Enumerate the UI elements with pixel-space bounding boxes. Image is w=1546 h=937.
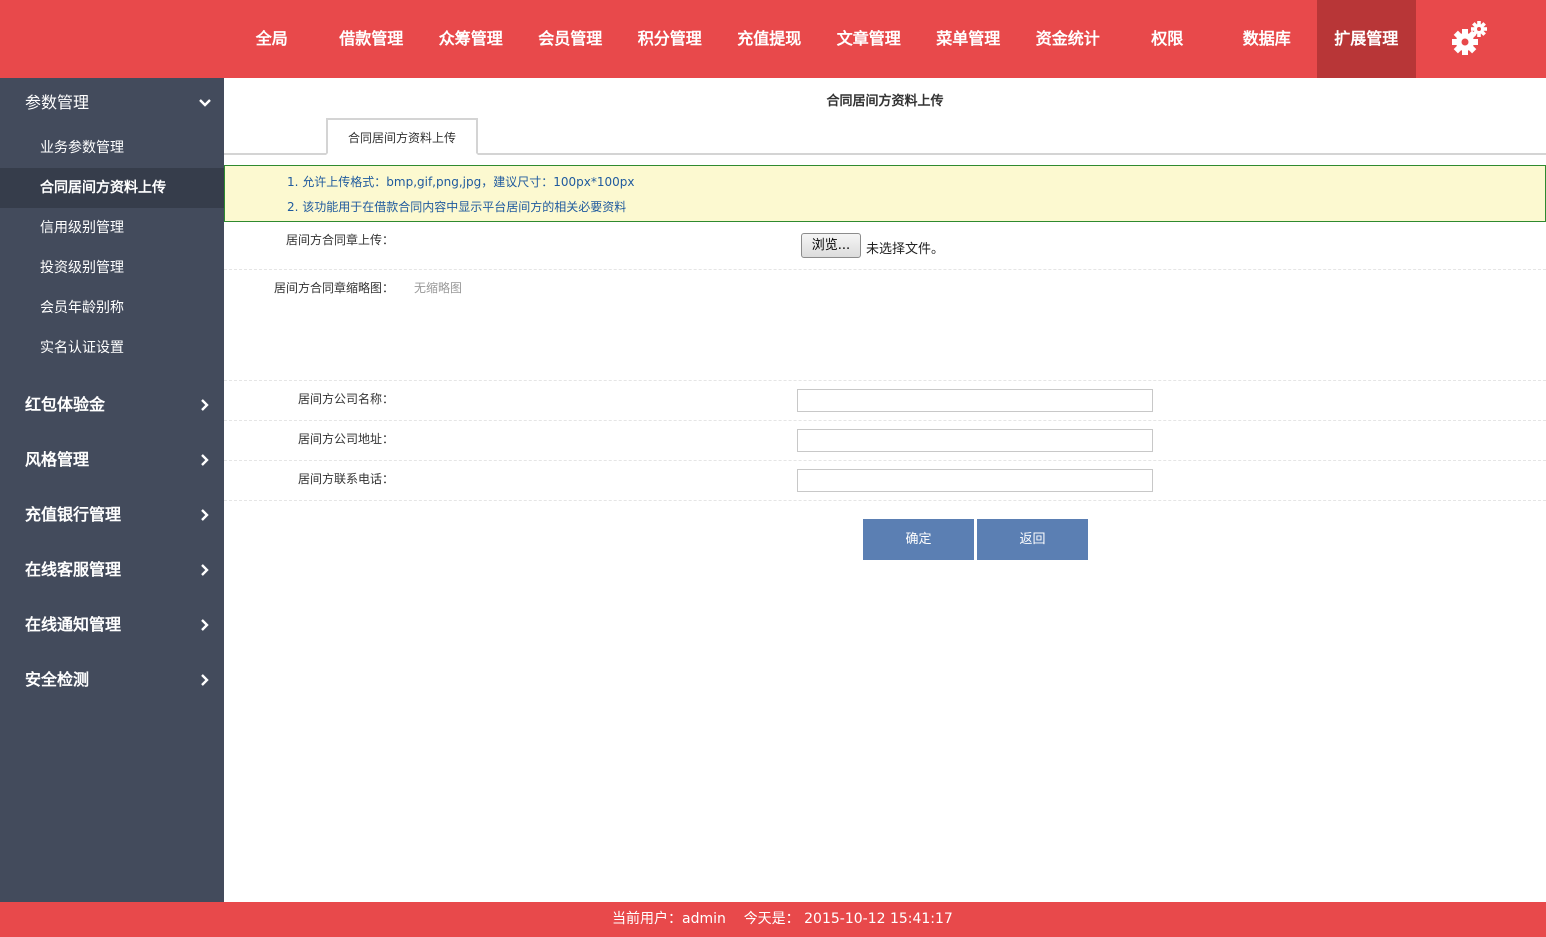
sidebar-group-label: 参数管理	[25, 93, 90, 112]
row-divider	[224, 500, 1546, 501]
seal-thumb-label: 居间方合同章缩略图：	[274, 281, 395, 295]
sidebar-group-label: 风格管理	[25, 450, 90, 469]
nav-item-members[interactable]: 会员管理	[521, 0, 621, 78]
browse-button[interactable]: 浏览...	[801, 233, 861, 258]
chevron-down-icon	[198, 78, 212, 128]
main-content: 合同居间方资料上传 合同居间方资料上传 1. 允许上传格式：bmp,gif,pn…	[224, 78, 1546, 902]
chevron-right-icon	[198, 435, 212, 485]
tab-bar: 合同居间方资料上传	[224, 118, 1546, 155]
sidebar-group-label: 红包体验金	[25, 395, 106, 414]
company-name-label: 居间方公司名称：	[298, 392, 395, 406]
sidebar-item-contract-upload[interactable]: 合同居间方资料上传	[0, 168, 224, 208]
chevron-right-icon	[198, 490, 212, 540]
sidebar-item-credit-level[interactable]: 信用级别管理	[0, 208, 224, 248]
gears-icon[interactable]	[1448, 18, 1492, 62]
page-title: 合同居间方资料上传	[826, 94, 944, 109]
main-nav: 全局 借款管理 众筹管理 会员管理 积分管理 充值提现 文章管理 菜单管理 资金…	[222, 0, 1416, 78]
no-thumbnail-text: 无缩略图	[414, 281, 463, 295]
company-address-input[interactable]	[797, 429, 1153, 452]
top-navbar: 全局 借款管理 众筹管理 会员管理 积分管理 充值提现 文章管理 菜单管理 资金…	[0, 0, 1546, 78]
current-user: admin	[682, 911, 726, 927]
nav-item-permissions[interactable]: 权限	[1118, 0, 1218, 78]
nav-item-loan[interactable]: 借款管理	[322, 0, 422, 78]
nav-item-crowdfunding[interactable]: 众筹管理	[421, 0, 521, 78]
nav-item-points[interactable]: 积分管理	[620, 0, 720, 78]
sidebar-group-label: 在线通知管理	[25, 615, 122, 634]
sidebar-item-business-params[interactable]: 业务参数管理	[0, 128, 224, 168]
sidebar-group-params[interactable]: 参数管理	[0, 78, 224, 128]
footer-status: 当前用户：admin 今天是： 2015-10-12 15:41:17	[612, 902, 953, 937]
row-divider	[224, 269, 1546, 270]
notice-line-2: 2. 该功能用于在借款合同内容中显示平台居间方的相关必要资料	[287, 200, 627, 214]
nav-item-global[interactable]: 全局	[222, 0, 322, 78]
nav-item-menus[interactable]: 菜单管理	[919, 0, 1019, 78]
row-divider	[224, 380, 1546, 381]
company-name-input[interactable]	[797, 389, 1153, 412]
chevron-right-icon	[198, 600, 212, 650]
sidebar-item-realname[interactable]: 实名认证设置	[0, 328, 224, 368]
sidebar: 参数管理 业务参数管理 合同居间方资料上传 信用级别管理 投资级别管理 会员年龄…	[0, 78, 224, 902]
company-address-label: 居间方公司地址：	[298, 432, 395, 446]
confirm-button[interactable]: 确定	[863, 519, 974, 560]
sidebar-group-redpacket[interactable]: 红包体验金	[0, 380, 224, 435]
today-label: 今天是：	[743, 911, 800, 927]
chevron-right-icon	[198, 655, 212, 705]
chevron-right-icon	[198, 545, 212, 595]
sidebar-group-style[interactable]: 风格管理	[0, 435, 224, 490]
chevron-right-icon	[198, 380, 212, 430]
sidebar-group-label: 充值银行管理	[25, 505, 122, 524]
notice-line-1: 1. 允许上传格式：bmp,gif,png,jpg，建议尺寸：100px*100…	[287, 175, 635, 189]
nav-item-database[interactable]: 数据库	[1217, 0, 1317, 78]
tab-contract-upload[interactable]: 合同居间方资料上传	[326, 118, 478, 155]
seal-upload-label: 居间方合同章上传：	[286, 233, 395, 247]
back-button[interactable]: 返回	[977, 519, 1088, 560]
sidebar-group-notice[interactable]: 在线通知管理	[0, 600, 224, 655]
row-divider	[224, 460, 1546, 461]
nav-item-articles[interactable]: 文章管理	[819, 0, 919, 78]
nav-item-funds[interactable]: 资金统计	[1018, 0, 1118, 78]
nav-item-extensions[interactable]: 扩展管理	[1316, 0, 1416, 78]
sidebar-group-label: 安全检测	[25, 670, 90, 689]
current-user-label: 当前用户：	[612, 911, 682, 927]
nav-item-recharge[interactable]: 充值提现	[720, 0, 820, 78]
sidebar-group-service[interactable]: 在线客服管理	[0, 545, 224, 600]
row-divider	[224, 420, 1546, 421]
footer: 当前用户：admin 今天是： 2015-10-12 15:41:17	[0, 902, 1546, 937]
phone-label: 居间方联系电话：	[298, 472, 395, 486]
current-datetime: 2015-10-12 15:41:17	[804, 911, 953, 927]
file-status: 未选择文件。	[866, 242, 945, 257]
sidebar-group-label: 在线客服管理	[25, 560, 122, 579]
phone-input[interactable]	[797, 469, 1153, 492]
sidebar-item-invest-level[interactable]: 投资级别管理	[0, 248, 224, 288]
sidebar-group-bank[interactable]: 充值银行管理	[0, 490, 224, 545]
sidebar-group-security[interactable]: 安全检测	[0, 655, 224, 710]
notice-box: 1. 允许上传格式：bmp,gif,png,jpg，建议尺寸：100px*100…	[224, 165, 1546, 222]
sidebar-item-age-alias[interactable]: 会员年龄别称	[0, 288, 224, 328]
